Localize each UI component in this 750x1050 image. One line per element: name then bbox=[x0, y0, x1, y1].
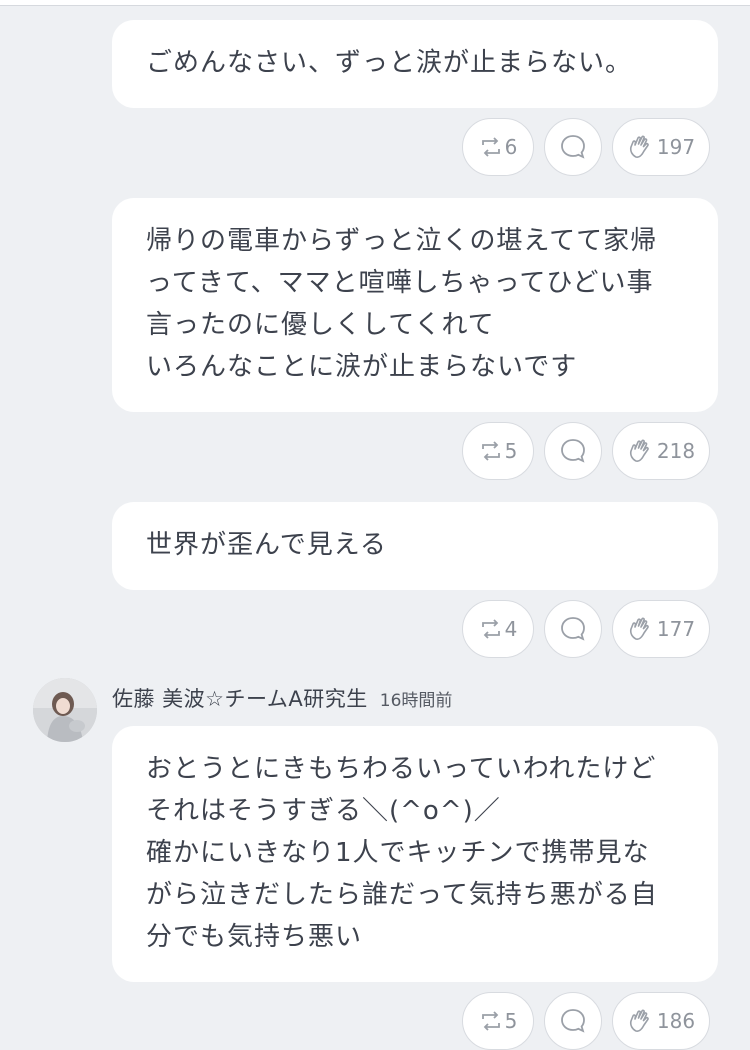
reply-button[interactable] bbox=[544, 118, 602, 176]
message-line: 帰りの電車からずっと泣くの堪えてて家帰 bbox=[146, 226, 658, 256]
top-divider bbox=[0, 0, 750, 6]
clap-button[interactable]: 218 bbox=[612, 422, 710, 480]
message-actions: 6 197 bbox=[462, 118, 710, 176]
clap-count: 186 bbox=[656, 1009, 696, 1033]
clap-icon bbox=[627, 437, 655, 465]
clap-count: 177 bbox=[656, 617, 696, 641]
retweet-count: 5 bbox=[504, 439, 518, 463]
message-line: 言ったのに優しくしてくれて bbox=[146, 310, 495, 340]
clap-button[interactable]: 197 bbox=[612, 118, 710, 176]
reply-button[interactable] bbox=[544, 422, 602, 480]
message-bubble: 帰りの電車からずっと泣くの堪えてて家帰 ってきて、ママと喧嘩しちゃってひどい事 … bbox=[112, 198, 718, 412]
message-line: いろんなことに涙が止まらないです bbox=[146, 352, 578, 382]
reply-button[interactable] bbox=[544, 600, 602, 658]
retweet-count: 4 bbox=[504, 617, 518, 641]
reply-button[interactable] bbox=[544, 992, 602, 1050]
message-bubble: ごめんなさい、ずっと涙が止まらない。 bbox=[112, 20, 718, 108]
clap-icon bbox=[627, 615, 655, 643]
message-bubble: おとうとにきもちわるいっていわれたけど それはそうすぎる＼(^o^)／ 確かにい… bbox=[112, 726, 718, 982]
message-actions: 4 177 bbox=[462, 600, 710, 658]
clap-button[interactable]: 177 bbox=[612, 600, 710, 658]
message-line: がら泣きだしたら誰だって気持ち悪がる自 bbox=[146, 880, 658, 910]
reply-icon bbox=[559, 615, 587, 643]
retweet-count: 6 bbox=[504, 135, 518, 159]
clap-button[interactable]: 186 bbox=[612, 992, 710, 1050]
message-bubble: 世界が歪んで見える bbox=[112, 502, 718, 590]
message-line: ごめんなさい、ずっと涙が止まらない。 bbox=[146, 48, 633, 78]
clap-count: 197 bbox=[656, 135, 696, 159]
message-line: 分でも気持ち悪い bbox=[146, 922, 363, 952]
clap-icon bbox=[627, 1007, 655, 1035]
message-actions: 5 218 bbox=[462, 422, 710, 480]
message-line: 確かにいきなり1人でキッチンで携帯見な bbox=[146, 838, 650, 868]
retweet-count: 5 bbox=[504, 1009, 518, 1033]
message-line: おとうとにきもちわるいっていわれたけど bbox=[146, 754, 657, 784]
retweet-button[interactable]: 5 bbox=[462, 992, 534, 1050]
clap-count: 218 bbox=[656, 439, 696, 463]
author-name[interactable]: 佐藤 美波☆チームA研究生 bbox=[112, 683, 368, 713]
clap-icon bbox=[627, 133, 655, 161]
retweet-button[interactable]: 4 bbox=[462, 600, 534, 658]
avatar[interactable] bbox=[33, 678, 97, 742]
retweet-icon bbox=[479, 618, 503, 640]
retweet-icon bbox=[479, 1010, 503, 1032]
message-line: 世界が歪んで見える bbox=[146, 530, 387, 560]
message-actions: 5 186 bbox=[462, 992, 710, 1050]
post-time: 16時間前 bbox=[379, 690, 453, 711]
retweet-icon bbox=[479, 440, 503, 462]
reply-icon bbox=[559, 1007, 587, 1035]
message-line: それはそうすぎる＼(^o^)／ bbox=[146, 796, 501, 826]
retweet-icon bbox=[479, 136, 503, 158]
reply-icon bbox=[559, 133, 587, 161]
reply-icon bbox=[559, 437, 587, 465]
message-line: ってきて、ママと喧嘩しちゃってひどい事 bbox=[146, 268, 654, 298]
retweet-button[interactable]: 6 bbox=[462, 118, 534, 176]
retweet-button[interactable]: 5 bbox=[462, 422, 534, 480]
author-header: 佐藤 美波☆チームA研究生 16時間前 bbox=[112, 680, 452, 716]
